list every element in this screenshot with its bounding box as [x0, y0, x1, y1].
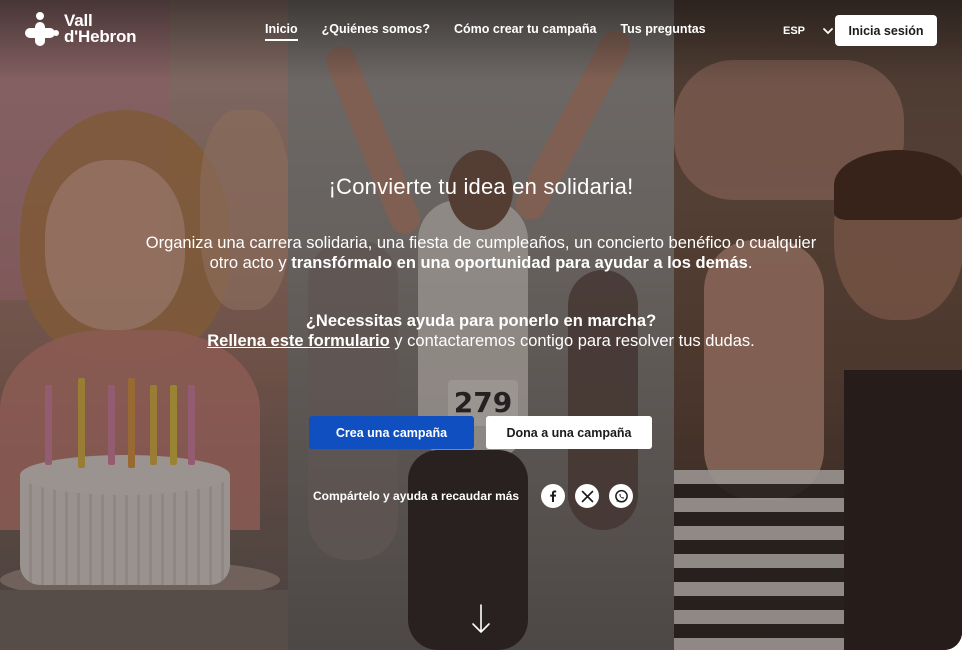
x-glyph	[581, 490, 593, 502]
whatsapp-icon[interactable]	[609, 484, 634, 508]
share-bar: Compártelo y ayuda a recaudar más	[313, 484, 634, 508]
hero-title: ¡Convierte tu idea en solidaria!	[328, 174, 634, 199]
facebook-glyph	[550, 490, 557, 502]
facebook-icon[interactable]	[541, 484, 566, 508]
hero-description-highlight: transfórmalo en una oportunidad para ayu…	[291, 254, 748, 272]
create-campaign-button[interactable]: Crea una campaña	[309, 416, 474, 449]
hero-section: ¡Convierte tu idea en solidaria! Organiz…	[0, 0, 962, 650]
page-frame: 279 Vall d'Hebron Inicio ¿Quiénes somos?…	[0, 0, 962, 650]
help-question: ¿Necessitas ayuda para ponerlo en marcha…	[305, 312, 657, 330]
share-label: Compártelo y ayuda a recaudar más	[313, 489, 520, 503]
scroll-down-arrow-icon[interactable]	[470, 603, 492, 635]
help-rest: y contactaremos contigo para resolver tu…	[389, 332, 755, 350]
hero-description: Organiza una carrera solidaria, una fies…	[130, 233, 832, 273]
arrow-down-glyph	[472, 604, 490, 633]
whatsapp-glyph	[614, 489, 628, 503]
hero-description-end: .	[747, 254, 753, 272]
help-form-link[interactable]: Rellena este formulario	[207, 332, 389, 350]
donate-campaign-button[interactable]: Dona a una campaña	[486, 416, 652, 449]
hero-help: ¿Necessitas ayuda para ponerlo en marcha…	[100, 311, 862, 351]
share-icons	[541, 484, 634, 508]
x-icon[interactable]	[575, 484, 600, 508]
